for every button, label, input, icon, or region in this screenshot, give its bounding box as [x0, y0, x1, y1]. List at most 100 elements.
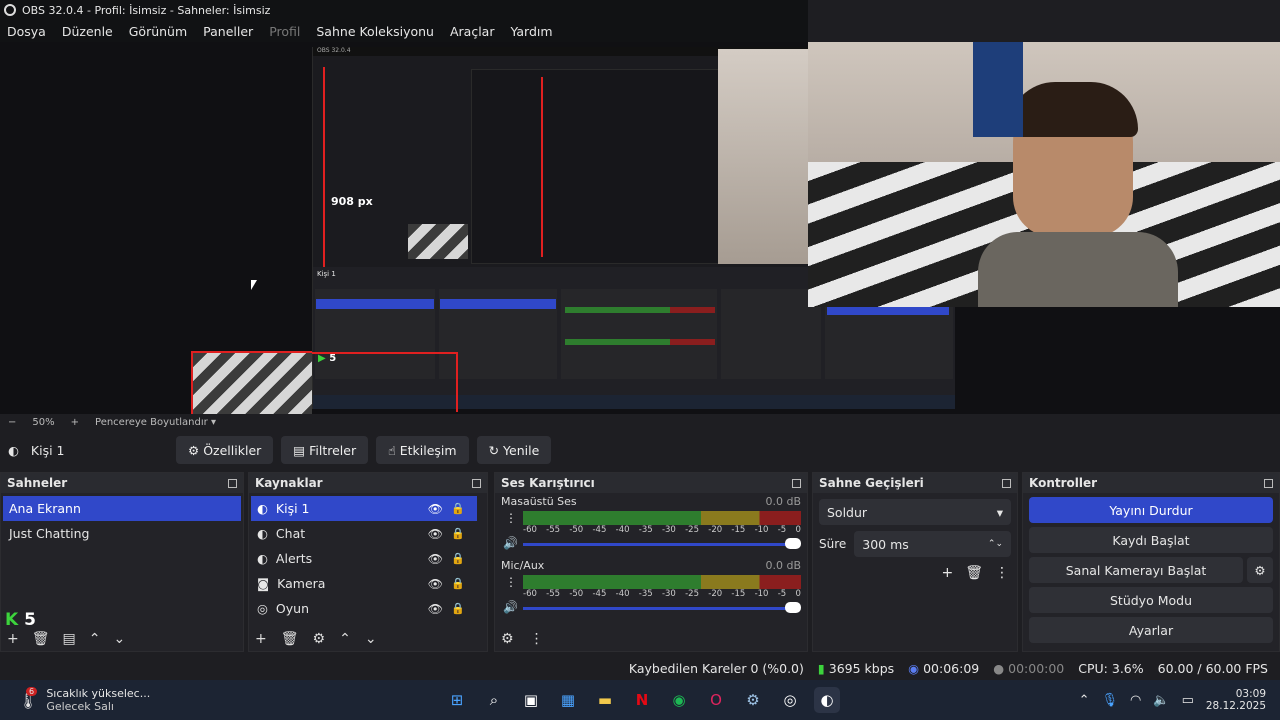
battery-icon[interactable]: ▭	[1182, 693, 1194, 708]
search-icon[interactable]: ⌕	[481, 687, 507, 713]
spin-arrows-icon[interactable]: ⌃⌄	[988, 539, 1003, 549]
sources-title: Kaynaklar	[255, 476, 323, 490]
preview-canvas[interactable]: OBS 32.0.4 908 px Kişi 1 ▶ 5	[0, 42, 1280, 414]
window-title: OBS 32.0.4 - Profil: İsimsiz - Sahneler:…	[22, 3, 271, 17]
gear-icon[interactable]: ⚙	[501, 631, 514, 647]
eye-icon[interactable]: 👁	[428, 602, 443, 616]
arrow-down-icon[interactable]: ⌄	[365, 631, 377, 647]
zoom-in-button[interactable]: +	[71, 417, 79, 428]
weather-subtitle: Gelecek Salı	[46, 700, 114, 713]
bitrate: ▮ 3695 kbps	[817, 660, 895, 676]
speaker-icon[interactable]: 🔈	[1153, 693, 1169, 708]
scenes-toolbar: + 🗑 ▤ ⌃ ⌄	[1, 631, 125, 647]
trash-icon[interactable]: 🗑	[965, 565, 983, 581]
netflix-icon[interactable]: N	[629, 687, 655, 713]
app-icon[interactable]: ◎	[777, 687, 803, 713]
wifi-icon[interactable]: ◠	[1130, 693, 1141, 708]
zoom-out-button[interactable]: −	[8, 417, 16, 428]
stop-stream-button[interactable]: Yayını Durdur	[1029, 497, 1273, 523]
eye-icon[interactable]: 👁	[428, 502, 443, 516]
scene-item[interactable]: Just Chatting	[3, 521, 241, 546]
volume-slider[interactable]: 🔊	[503, 536, 801, 551]
scenes-title: Sahneler	[7, 476, 68, 490]
speaker-icon[interactable]: 🔊	[503, 600, 518, 614]
menu-sahne-koleksiyonu[interactable]: Sahne Koleksiyonu	[316, 24, 434, 39]
menu-yardim[interactable]: Yardım	[510, 24, 552, 39]
menu-paneller[interactable]: Paneller	[203, 24, 253, 39]
virtual-camera-settings-icon[interactable]: ⚙	[1247, 557, 1273, 583]
gear-icon[interactable]: ⚙	[313, 631, 326, 647]
file-explorer-icon[interactable]: ▬	[592, 687, 618, 713]
menu-dots-icon[interactable]: ⋮	[530, 631, 544, 647]
refresh-button[interactable]: ↻ Yenile	[476, 436, 552, 464]
add-icon[interactable]: +	[7, 631, 19, 647]
source-item[interactable]: ◐ Chat 👁 🔒	[251, 521, 477, 546]
source-item[interactable]: ◎ Oyun 👁 🔒	[251, 596, 477, 621]
weather-widget[interactable]: 🌡 6 Sıcaklık yükselec... Gelecek Salı	[0, 686, 300, 713]
arrow-up-icon[interactable]: ⌃	[89, 631, 101, 647]
menu-dosya[interactable]: Dosya	[7, 24, 46, 39]
menu-gorunum[interactable]: Görünüm	[129, 24, 187, 39]
source-item[interactable]: ◐ Alerts 👁 🔒	[251, 546, 477, 571]
fit-to-window-dropdown[interactable]: Pencereye Boyutlandır ▾	[95, 417, 216, 428]
properties-button[interactable]: ⚙ Özellikler	[176, 436, 274, 464]
lock-icon[interactable]: 🔒	[451, 527, 465, 540]
cpu-usage: CPU: 3.6%	[1078, 660, 1144, 676]
start-recording-button[interactable]: Kaydı Başlat	[1029, 527, 1273, 553]
undock-icon[interactable]	[1002, 478, 1011, 488]
undock-icon[interactable]	[228, 478, 237, 488]
menu-araclar[interactable]: Araçlar	[450, 24, 495, 39]
studio-mode-button[interactable]: Stüdyo Modu	[1029, 587, 1273, 613]
scene-item[interactable]: Ana Ekrann	[3, 496, 241, 521]
lock-icon[interactable]: 🔒	[451, 552, 465, 565]
volume-slider[interactable]: 🔊	[503, 600, 801, 615]
start-virtual-camera-button[interactable]: Sanal Kamerayı Başlat	[1029, 557, 1243, 583]
source-item[interactable]: ◐ Kişi 1 👁 🔒	[251, 496, 477, 521]
store-icon[interactable]: ▦	[555, 687, 581, 713]
interact-button[interactable]: ☝ Etkileşim	[376, 436, 469, 464]
speaker-icon[interactable]: 🔊	[503, 536, 518, 550]
eye-icon[interactable]: 👁	[428, 527, 443, 541]
obs-taskbar-icon[interactable]: ◐	[814, 687, 840, 713]
clock-time: 03:09	[1235, 688, 1266, 700]
steam-icon[interactable]: ⚙	[740, 687, 766, 713]
transition-select[interactable]: Soldur ▾	[819, 499, 1011, 525]
add-icon[interactable]: +	[941, 565, 953, 581]
undock-icon[interactable]	[472, 478, 481, 488]
dropped-frames: Kaybedilen Kareler 0 (%0.0)	[628, 660, 804, 676]
arrow-up-icon[interactable]: ⌃	[339, 631, 351, 647]
trash-icon[interactable]: 🗑	[281, 631, 299, 647]
microphone-icon[interactable]: 🎙	[1102, 693, 1119, 708]
lock-icon[interactable]: 🔒	[451, 577, 465, 590]
filter-icon[interactable]: ▤	[63, 631, 76, 647]
eye-icon[interactable]: 👁	[428, 552, 443, 566]
eye-icon[interactable]: 👁	[428, 577, 443, 591]
trash-icon[interactable]: 🗑	[32, 631, 50, 647]
task-view-icon[interactable]: ▣	[518, 687, 544, 713]
menu-dots-icon[interactable]: ⋮	[995, 565, 1009, 581]
arrow-down-icon[interactable]: ⌄	[113, 631, 125, 647]
windows-start-icon[interactable]: ⊞	[444, 687, 470, 713]
menu-duzenle[interactable]: Düzenle	[62, 24, 113, 39]
hatched-source-placeholder[interactable]	[191, 351, 312, 414]
settings-button[interactable]: Ayarlar	[1029, 617, 1273, 643]
menu-dots-icon[interactable]: ⋮	[505, 511, 517, 525]
undock-icon[interactable]	[1264, 478, 1273, 488]
menu-dots-icon[interactable]: ⋮	[505, 575, 517, 589]
add-icon[interactable]: +	[255, 631, 267, 647]
lock-icon[interactable]: 🔒	[451, 602, 465, 615]
lock-icon[interactable]: 🔒	[451, 502, 465, 515]
channel-name: Masaüstü Ses	[501, 495, 577, 508]
source-item[interactable]: ◙ Kamera 👁 🔒	[251, 571, 477, 596]
sources-toolbar: + 🗑 ⚙ ⌃ ⌄	[249, 631, 377, 647]
filters-button[interactable]: ▤ Filtreler	[281, 436, 369, 464]
opera-gx-icon[interactable]: O	[703, 687, 729, 713]
undock-icon[interactable]	[792, 478, 801, 488]
source-toolbar: ◐ Kişi 1 ⚙ Özellikler ▤ Filtreler ☝ Etkileş…	[0, 432, 1280, 468]
duration-spinbox[interactable]: 300 ms ⌃⌄	[854, 531, 1011, 557]
spotify-icon[interactable]: ◉	[666, 687, 692, 713]
menu-profil[interactable]: Profil	[269, 24, 300, 39]
channel-name: Mic/Aux	[501, 559, 545, 572]
chevron-up-icon[interactable]: ⌃	[1079, 693, 1090, 708]
mixer-channel: Mic/Aux 0.0 dB ⋮ -60 -55 -50 -45 -40 -35 -30 -25…	[495, 557, 807, 615]
